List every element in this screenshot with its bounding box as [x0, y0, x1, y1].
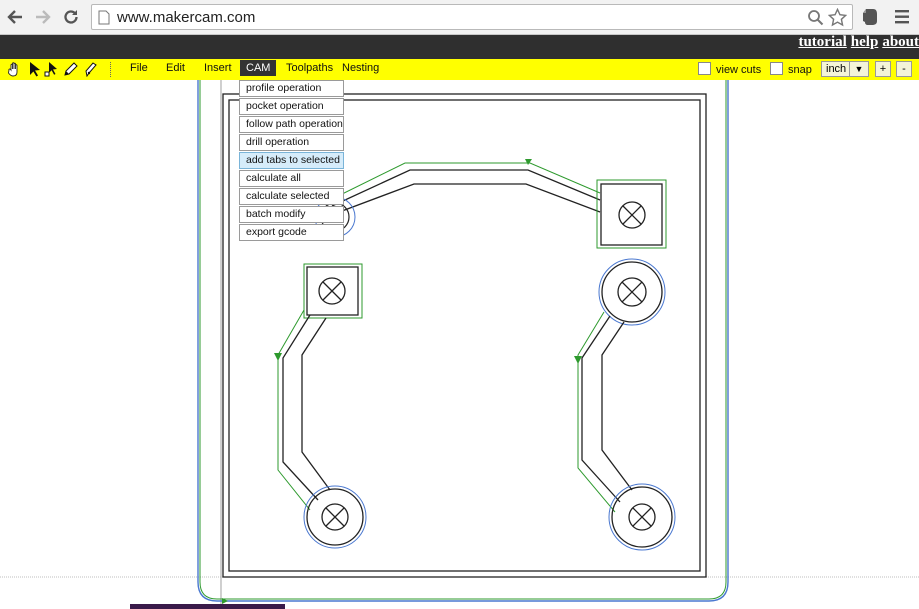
- top-trace[interactable]: [314, 159, 601, 238]
- snap-label: snap: [788, 64, 812, 76]
- menu-edit[interactable]: Edit: [166, 62, 185, 74]
- menu-item-export-gcode[interactable]: export gcode: [239, 224, 344, 241]
- top-links: tutorial help about: [794, 34, 919, 51]
- menu-icon[interactable]: [894, 9, 910, 25]
- app-toolbar: File Edit Insert CAM Toolpaths Nesting v…: [0, 59, 919, 80]
- unit-value: inch: [826, 63, 847, 75]
- right-trace[interactable]: [574, 258, 676, 551]
- forward-arrow-icon: [36, 10, 51, 24]
- top-right-pad[interactable]: [596, 179, 667, 249]
- menu-item-profile-operation[interactable]: profile operation: [239, 80, 344, 97]
- status-strip: [130, 604, 285, 609]
- forward-button[interactable]: [32, 6, 54, 28]
- menu-cam[interactable]: CAM: [240, 60, 277, 76]
- bookmark-star-icon[interactable]: [828, 8, 847, 27]
- menu-file[interactable]: File: [130, 62, 148, 74]
- menu-item-batch-modify[interactable]: batch modify: [239, 206, 344, 223]
- unit-select[interactable]: inch ▼: [821, 61, 869, 77]
- evernote-extension-icon[interactable]: [862, 7, 879, 26]
- zoom-in-button[interactable]: +: [875, 61, 891, 77]
- menu-item-drill-operation[interactable]: drill operation: [239, 134, 344, 151]
- page-icon: [98, 10, 110, 25]
- zoom-out-button[interactable]: -: [896, 61, 912, 77]
- left-trace[interactable]: [274, 263, 367, 549]
- node-select-icon[interactable]: [44, 61, 60, 77]
- view-cuts-checkbox[interactable]: [698, 62, 711, 75]
- menu-item-add-tabs-to-selected[interactable]: add tabs to selected: [239, 152, 344, 169]
- url-text: www.makercam.com: [117, 9, 256, 26]
- back-arrow-icon: [7, 10, 22, 24]
- menu-item-calculate-all[interactable]: calculate all: [239, 170, 344, 187]
- menu-toolpaths[interactable]: Toolpaths: [286, 62, 333, 74]
- menu-nesting[interactable]: Nesting: [342, 62, 379, 74]
- menu-insert[interactable]: Insert: [204, 62, 232, 74]
- address-bar[interactable]: www.makercam.com: [91, 4, 853, 30]
- menu-item-pocket-operation[interactable]: pocket operation: [239, 98, 344, 115]
- toolbar-separator: [110, 62, 111, 77]
- tutorial-link[interactable]: tutorial: [798, 34, 846, 50]
- snap-checkbox[interactable]: [770, 62, 783, 75]
- back-button[interactable]: [4, 6, 26, 28]
- app-header-bar: tutorial help about: [0, 34, 919, 59]
- about-link[interactable]: about: [882, 34, 919, 50]
- select-arrow-icon[interactable]: [27, 61, 43, 77]
- chevron-down-icon: ▼: [849, 62, 868, 76]
- menu-item-calculate-selected[interactable]: calculate selected: [239, 188, 344, 205]
- drawing-canvas[interactable]: [0, 80, 919, 609]
- cam-dropdown-menu: profile operation pocket operation follo…: [239, 80, 344, 242]
- view-cuts-label: view cuts: [716, 64, 762, 76]
- help-link[interactable]: help: [851, 34, 879, 50]
- reload-icon: [64, 10, 78, 24]
- magnifier-icon[interactable]: [807, 9, 824, 26]
- pen-draw-icon[interactable]: [63, 61, 79, 77]
- hand-pan-icon[interactable]: [7, 61, 23, 77]
- pencil-icon[interactable]: [83, 61, 99, 77]
- menu-item-follow-path-operation[interactable]: follow path operation: [239, 116, 344, 133]
- browser-toolbar: www.makercam.com: [0, 0, 919, 35]
- reload-button[interactable]: [60, 6, 82, 28]
